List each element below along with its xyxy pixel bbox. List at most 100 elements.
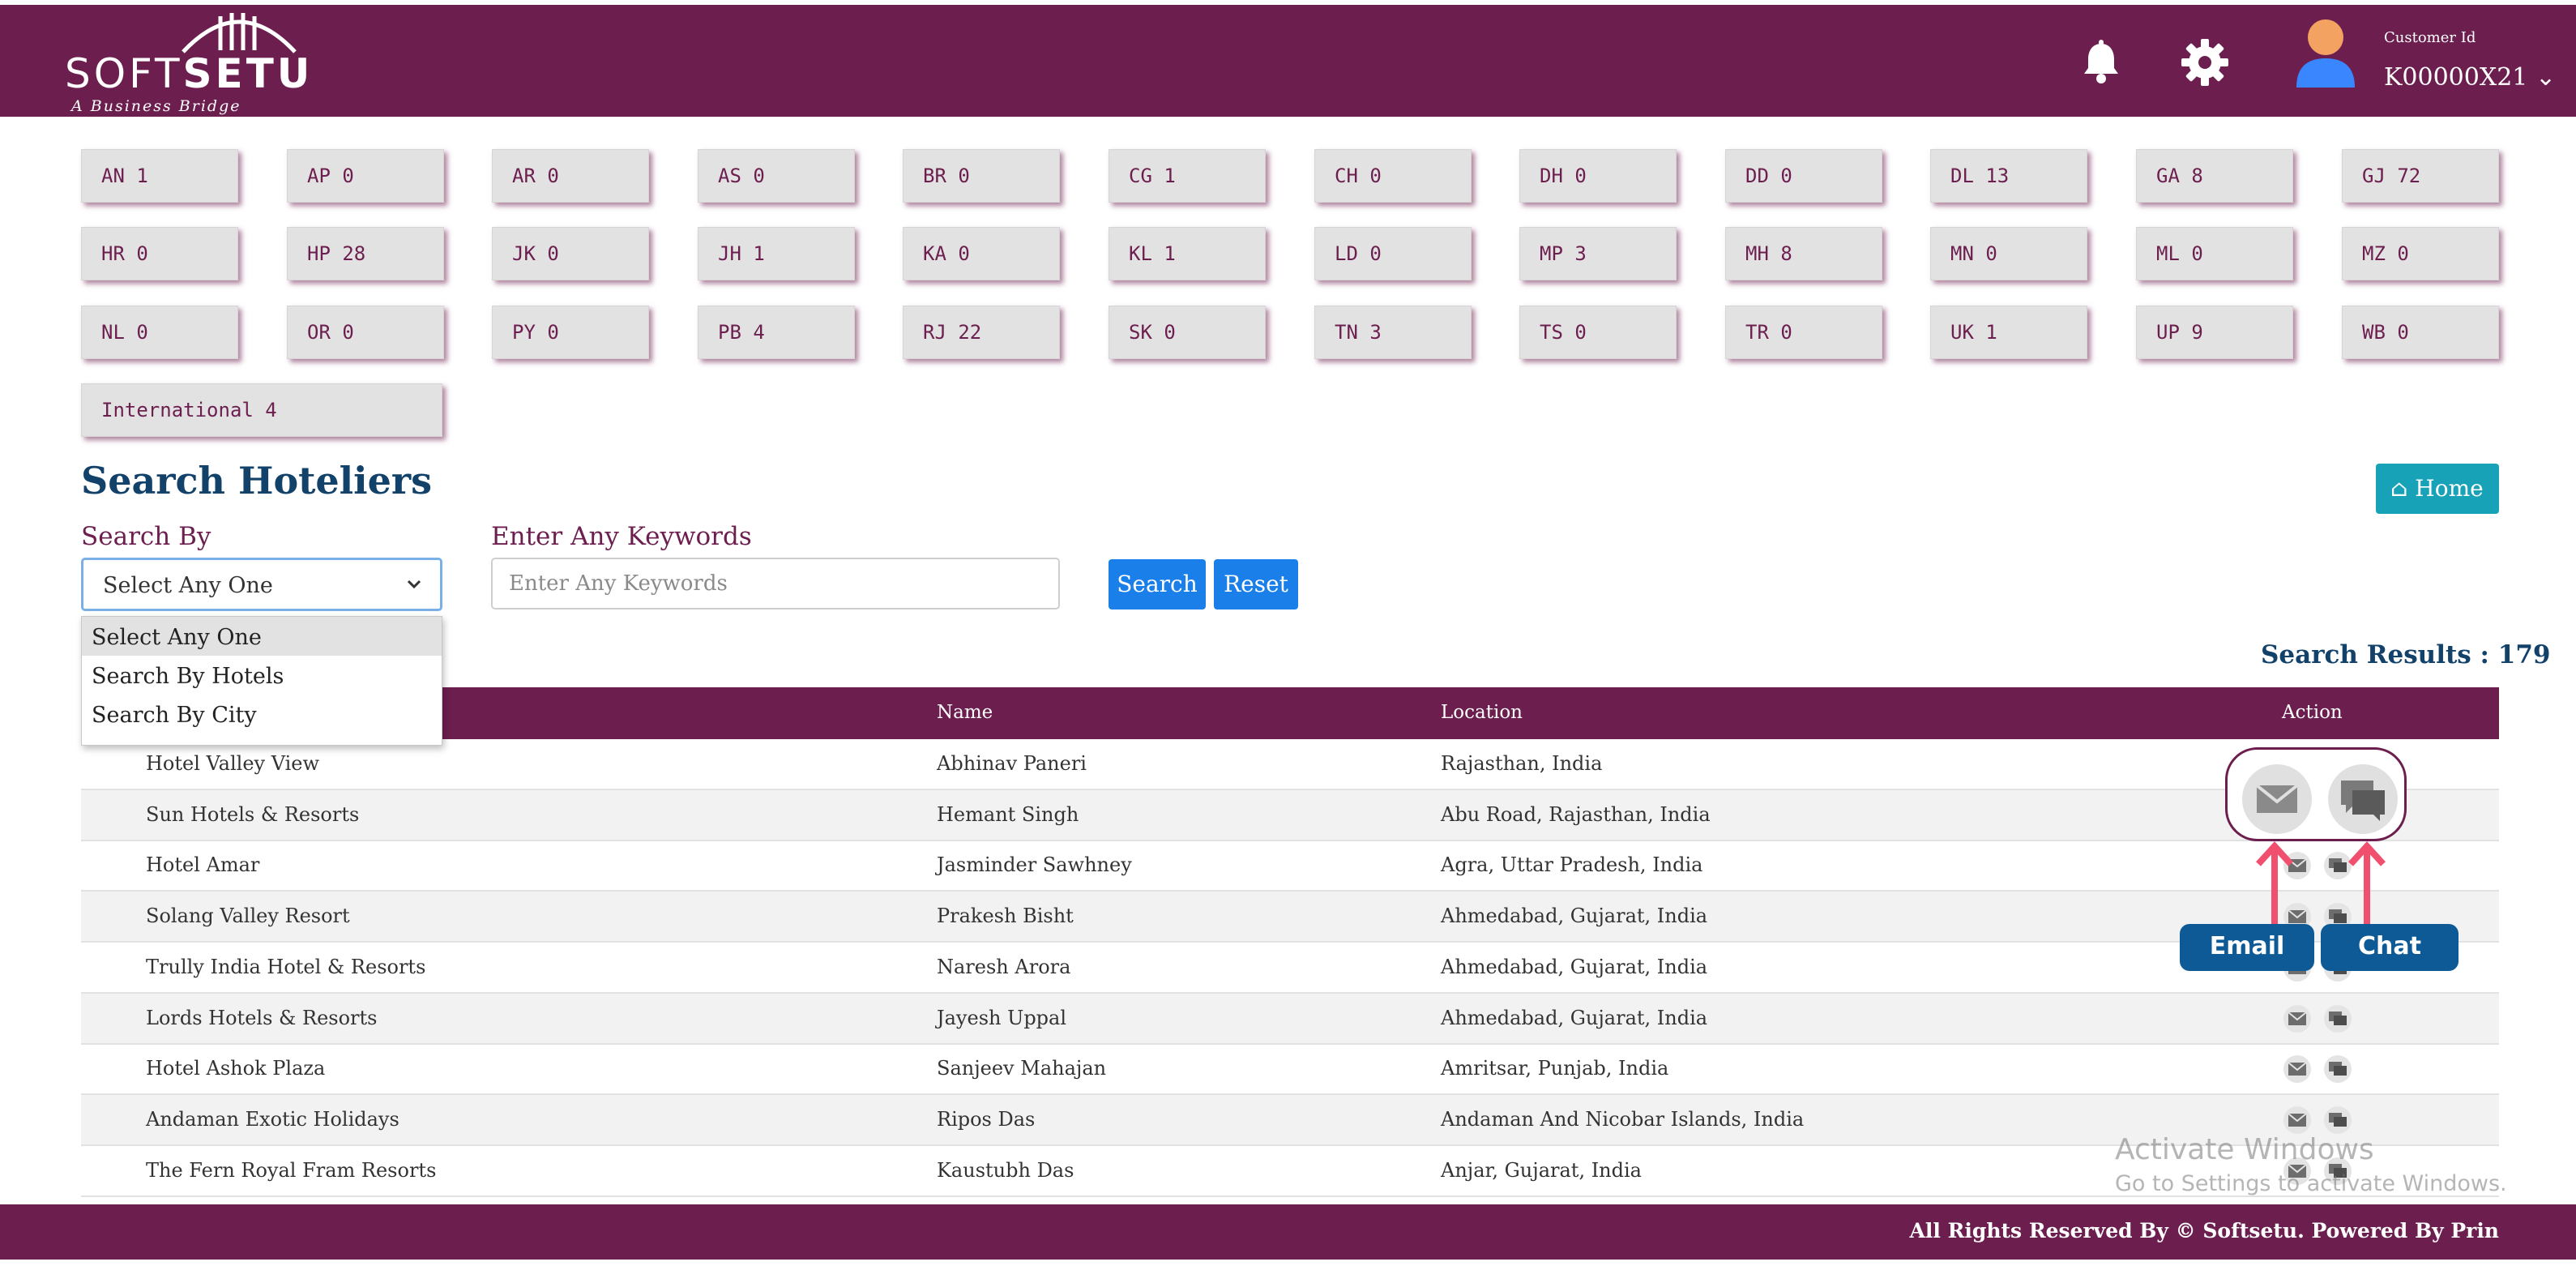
logo-wordmark: SOFTSETU [65,50,313,97]
state-filter-kl[interactable]: KL 1 [1109,227,1266,280]
state-code: HR [101,242,125,265]
hotel-name-cell: Lords Hotels & Resorts [146,1006,378,1029]
state-filter-mn[interactable]: MN 0 [1930,227,2087,280]
contact-name-cell: Prakesh Bisht [937,905,1074,928]
bell-icon[interactable] [2076,37,2126,88]
hotel-name-cell: Solang Valley Resort [146,905,350,928]
state-count: 0 [1985,242,1997,265]
state-filter-mh[interactable]: MH 8 [1725,227,1882,280]
contact-name-cell: Jayesh Uppal [937,1006,1067,1029]
home-button[interactable]: ⌂ Home [2376,464,2499,514]
email-callout-label: Email [2180,924,2314,971]
state-code: WB [2362,321,2386,344]
state-filter-ap[interactable]: AP 0 [287,149,444,203]
state-filter-jk[interactable]: JK 0 [492,227,649,280]
state-filter-jh[interactable]: JH 1 [698,227,855,280]
state-filter-mp[interactable]: MP 3 [1519,227,1677,280]
state-filter-sk[interactable]: SK 0 [1109,306,1266,359]
customer-id-dropdown[interactable]: K00000X21 ⌄ [2384,63,2556,92]
state-filter-hr[interactable]: HR 0 [81,227,238,280]
state-filter-dh[interactable]: DH 0 [1519,149,1677,203]
state-filter-or[interactable]: OR 0 [287,306,444,359]
state-code: CG [1129,165,1152,187]
state-filter-ga[interactable]: GA 8 [2136,149,2293,203]
email-icon[interactable] [2283,1055,2311,1084]
chevron-down-icon [407,580,421,589]
state-code: JK [512,242,536,265]
location-cell: Agra, Uttar Pradesh, India [1441,853,1703,877]
state-filter-international[interactable]: International 4 [81,383,442,437]
state-code: RJ [923,321,946,344]
state-code: NL [101,321,125,344]
state-filter-pb[interactable]: PB 4 [698,306,855,359]
chat-icon[interactable] [2324,1004,2352,1033]
reset-button[interactable]: Reset [1214,559,1298,609]
state-filter-gj[interactable]: GJ 72 [2342,149,2499,203]
action-icons-callout [2225,747,2407,841]
state-filter-hp[interactable]: HP 28 [287,227,444,280]
customer-id-label: Customer Id [2384,29,2476,46]
gear-icon[interactable] [2180,37,2230,88]
state-filter-cg[interactable]: CG 1 [1109,149,1266,203]
dropdown-option[interactable]: Search By City [82,695,442,734]
customer-id-value: K00000X21 [2384,63,2528,92]
state-filter-rj[interactable]: RJ 22 [903,306,1060,359]
search-by-select[interactable]: Select Any One [81,558,442,611]
state-filter-ka[interactable]: KA 0 [903,227,1060,280]
search-by-label: Search By [81,522,211,551]
search-by-dropdown: Select Any One Search By Hotels Search B… [81,616,442,746]
state-filter-an[interactable]: AN 1 [81,149,238,203]
dropdown-option[interactable]: Select Any One [82,617,442,656]
state-code: SK [1129,321,1152,344]
state-code: KL [1129,242,1152,265]
windows-activation-watermark: Activate Windows Go to Settings to activ… [2115,1133,2507,1196]
state-filter-up[interactable]: UP 9 [2136,306,2293,359]
location-cell: Ahmedabad, Gujarat, India [1441,905,1708,928]
table-row: Lords Hotels & Resorts Jayesh Uppal Ahmeda… [81,993,2499,1045]
state-filter-tn[interactable]: TN 3 [1314,306,1472,359]
state-code: JH [718,242,741,265]
email-icon[interactable] [2242,764,2312,834]
table-header: Name Location Action [81,687,2499,739]
chat-callout-label: Chat [2321,924,2459,971]
hotel-name-cell: Sun Hotels & Resorts [146,802,360,826]
search-button[interactable]: Search [1109,559,1206,609]
state-code: KA [923,242,946,265]
contact-name-cell: Abhinav Paneri [937,752,1087,775]
state-filter-uk[interactable]: UK 1 [1930,306,2087,359]
state-filter-br[interactable]: BR 0 [903,149,1060,203]
softsetu-logo[interactable]: SOFTSETU A Business Bridge [65,8,310,115]
keywords-input[interactable] [491,558,1060,609]
avatar[interactable] [2293,16,2358,89]
state-count: 0 [1780,321,1792,344]
state-filter-ml[interactable]: ML 0 [2136,227,2293,280]
state-count: 0 [342,165,354,187]
chat-icon[interactable] [2328,764,2398,834]
state-filter-dl[interactable]: DL 13 [1930,149,2087,203]
state-count: 13 [1985,165,2010,187]
state-filter-ch[interactable]: CH 0 [1314,149,1472,203]
state-filter-ar[interactable]: AR 0 [492,149,649,203]
contact-name-cell: Hemant Singh [937,802,1079,826]
state-code: HP [307,242,331,265]
state-code: International [101,399,254,421]
state-filter-mz[interactable]: MZ 0 [2342,227,2499,280]
state-filter-tr[interactable]: TR 0 [1725,306,1882,359]
state-code: AS [718,165,741,187]
state-filter-nl[interactable]: NL 0 [81,306,238,359]
state-code: TR [1745,321,1769,344]
table-row: Sun Hotels & Resorts Hemant Singh Abu Road… [81,789,2499,841]
chat-icon[interactable] [2324,1106,2352,1134]
dropdown-option[interactable]: Search By Hotels [82,656,442,695]
email-icon[interactable] [2283,1106,2311,1134]
chat-icon[interactable] [2324,1055,2352,1084]
state-filter-py[interactable]: PY 0 [492,306,649,359]
state-count: 0 [2191,242,2203,265]
state-filter-as[interactable]: AS 0 [698,149,855,203]
state-filter-ts[interactable]: TS 0 [1519,306,1677,359]
state-filter-wb[interactable]: WB 0 [2342,306,2499,359]
state-filter-ld[interactable]: LD 0 [1314,227,1472,280]
state-code: MN [1950,242,1974,265]
state-filter-dd[interactable]: DD 0 [1725,149,1882,203]
email-icon[interactable] [2283,1004,2311,1033]
